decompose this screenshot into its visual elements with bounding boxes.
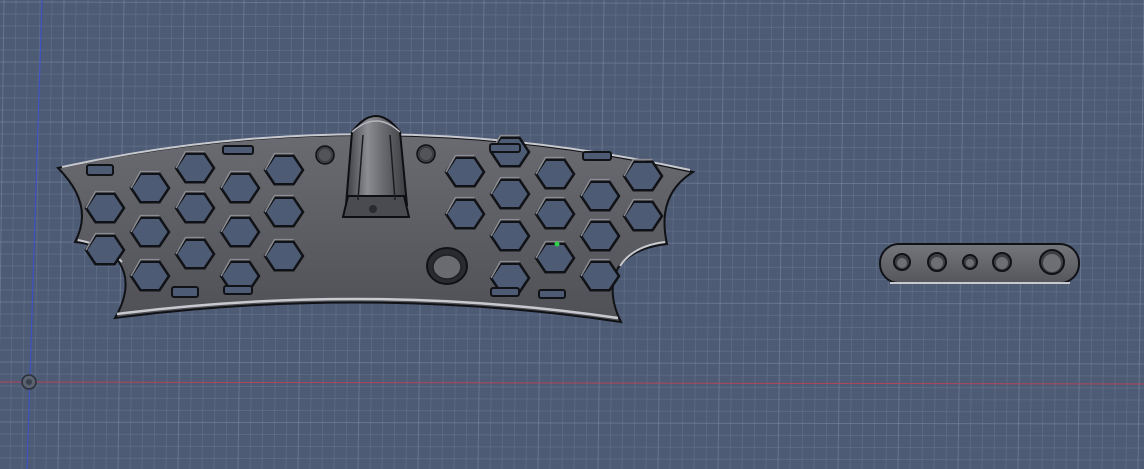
edge-slot xyxy=(489,143,521,153)
bar-hole-inner xyxy=(931,257,943,269)
grid-line xyxy=(0,73,1144,77)
grid-line xyxy=(0,85,1144,89)
edge-slot xyxy=(86,164,114,176)
grid-line xyxy=(957,0,965,469)
grid-line xyxy=(873,0,881,469)
grid-line xyxy=(717,0,725,469)
edge-slot xyxy=(223,285,253,295)
grid-line xyxy=(921,0,929,469)
grid-line xyxy=(789,0,797,469)
screw-hole-left[interactable] xyxy=(315,145,335,165)
grid-line xyxy=(0,325,1144,329)
grid-line xyxy=(693,0,701,469)
grid-line xyxy=(753,0,761,469)
grid-line xyxy=(0,361,1144,365)
grid-line xyxy=(0,373,1144,377)
grid-line xyxy=(1005,0,1013,469)
grid-line xyxy=(945,0,953,469)
screw-hole-right[interactable] xyxy=(416,144,436,164)
grid-line xyxy=(885,0,893,469)
edge-slot xyxy=(490,287,520,297)
grid-line xyxy=(21,0,29,469)
x-axis-line xyxy=(0,381,1144,385)
edge-slot xyxy=(222,145,254,155)
grid-line xyxy=(57,0,65,469)
grid-line xyxy=(1029,0,1037,469)
3d-scene[interactable] xyxy=(0,0,1144,469)
bar-hole-inner xyxy=(996,257,1008,269)
grid-line xyxy=(45,0,53,469)
grid-line xyxy=(1065,0,1073,469)
grid-line xyxy=(825,0,833,469)
grid-line xyxy=(0,433,1144,437)
bar-hole-inner xyxy=(897,258,907,268)
grid-line xyxy=(0,445,1144,449)
grid-line xyxy=(861,0,869,469)
grid-line xyxy=(0,109,1144,113)
grid-line xyxy=(705,0,713,469)
grid-line xyxy=(0,409,1144,413)
link-bar[interactable] xyxy=(879,243,1080,284)
grid-line xyxy=(681,0,689,469)
bar-hole-inner xyxy=(1043,254,1061,272)
grid-line xyxy=(0,349,1144,353)
edge-slot xyxy=(171,286,199,298)
grid-line xyxy=(0,0,5,352)
large-round-hole[interactable] xyxy=(426,247,468,285)
grid-line xyxy=(0,385,1144,389)
grid-line xyxy=(0,397,1144,401)
grid-line xyxy=(1053,0,1061,469)
grid-line xyxy=(69,0,77,469)
grid-line xyxy=(801,0,809,469)
grid-line xyxy=(0,457,1144,461)
grid-line xyxy=(0,97,1144,101)
edge-slot xyxy=(538,289,566,299)
grid-line xyxy=(981,0,989,469)
bar-hole-inner xyxy=(966,259,974,267)
grid-line xyxy=(933,0,941,469)
cad-viewport[interactable] xyxy=(0,0,1144,469)
edge-slot xyxy=(582,151,612,161)
grid-line xyxy=(1017,0,1025,469)
grid-line xyxy=(0,121,1144,125)
grid-line xyxy=(849,0,857,469)
grid-line xyxy=(669,0,677,469)
grid-line xyxy=(0,421,1144,425)
grid-line xyxy=(909,0,917,469)
grid-line xyxy=(0,133,1144,137)
grid-line xyxy=(837,0,845,469)
grid-line xyxy=(765,0,773,469)
grid-line xyxy=(969,0,977,469)
grid-line xyxy=(1125,0,1133,469)
grid-line xyxy=(1101,0,1109,469)
grid-line xyxy=(1077,0,1085,469)
grid-line xyxy=(0,337,1144,341)
grid-line xyxy=(813,0,821,469)
grid-line xyxy=(897,0,905,469)
grid-line xyxy=(1113,0,1121,469)
selection-point xyxy=(554,241,560,247)
grid-line xyxy=(1041,0,1049,469)
mount-boss[interactable] xyxy=(341,115,411,218)
grid-line xyxy=(741,0,749,469)
grid-line xyxy=(9,0,17,469)
grid-line xyxy=(993,0,1001,469)
grid-line xyxy=(729,0,737,469)
grid-line xyxy=(1137,0,1144,469)
origin-icon[interactable] xyxy=(21,374,37,390)
grid-line xyxy=(777,0,785,469)
grid-line xyxy=(1089,0,1097,469)
